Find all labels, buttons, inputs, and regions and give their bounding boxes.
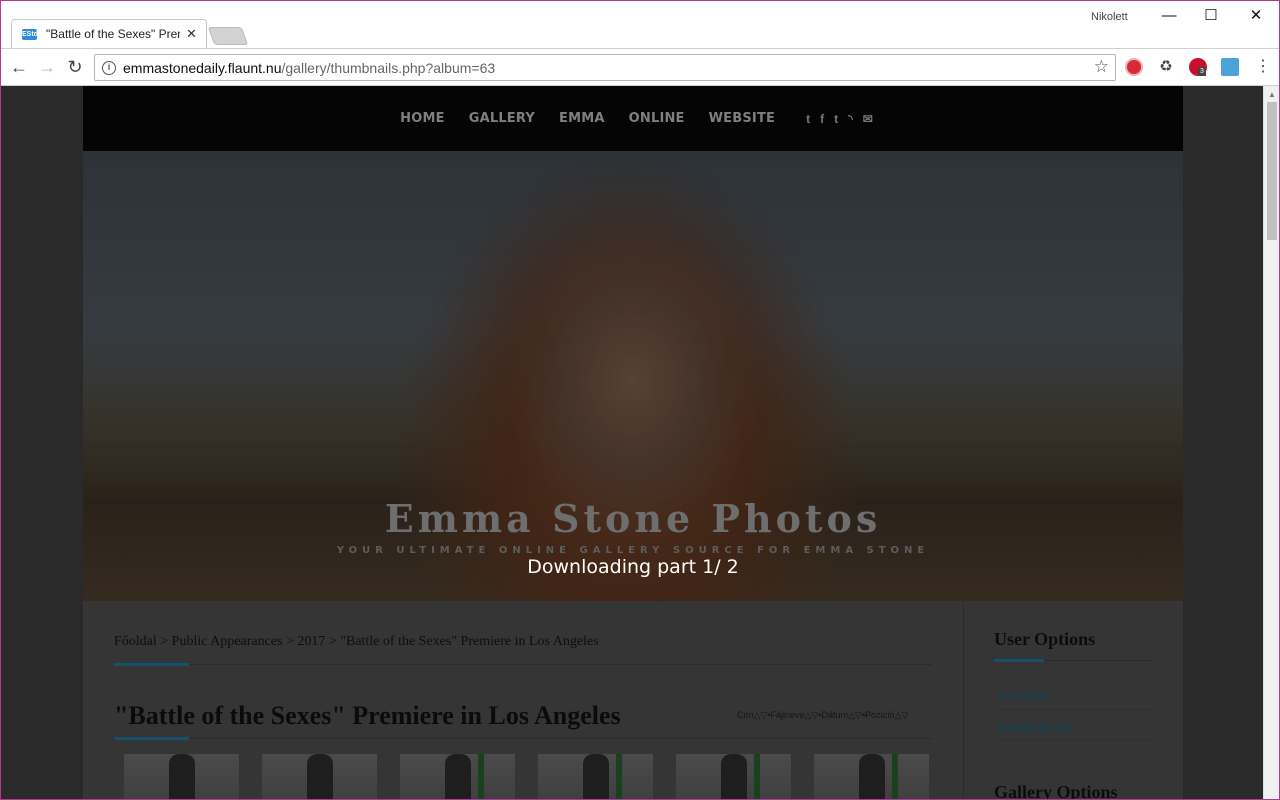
facebook-icon[interactable]: f: [820, 112, 824, 126]
sort-controls[interactable]: Cím△▽•Fájlneve△▽•Dátum△▽•Pozíció△▽: [737, 710, 908, 721]
divider: [999, 709, 1152, 710]
social-links: t f t ◝ ✉: [801, 112, 878, 126]
divider-accent: [994, 659, 1044, 662]
site-favicon-icon: EStd: [22, 28, 38, 40]
user-options-heading: User Options: [994, 629, 1096, 649]
scroll-thumb[interactable]: [1267, 102, 1277, 240]
photo-thumbnail[interactable]: [676, 754, 791, 799]
thumbnail-grid: [124, 754, 952, 799]
extension-red-icon[interactable]: [1125, 58, 1143, 76]
new-tab-button[interactable]: [207, 27, 249, 45]
bookmark-star-icon[interactable]: ☆: [1094, 57, 1109, 77]
download-progress-text: Downloading part 1/ 2: [527, 556, 739, 578]
divider-accent: [114, 663, 189, 666]
recycle-extension-icon[interactable]: ♻: [1157, 58, 1175, 76]
minimize-button[interactable]: —: [1146, 5, 1192, 27]
opera-extension-icon[interactable]: 3: [1189, 58, 1207, 76]
page-viewport: HOME GALLERY EMMA ONLINE WEBSITE t f t ◝…: [1, 86, 1263, 800]
browser-toolbar: ← → ↻ i emmastonedaily.flaunt.nu/gallery…: [1, 48, 1279, 86]
site-info-icon[interactable]: i: [102, 60, 116, 75]
photo-thumbnail[interactable]: [262, 754, 377, 799]
photo-thumbnail[interactable]: [814, 754, 929, 799]
photo-thumbnail[interactable]: [538, 754, 653, 799]
maximize-button[interactable]: ☐: [1188, 5, 1234, 27]
mail-icon[interactable]: ✉: [863, 112, 873, 126]
scroll-up-arrow-icon[interactable]: ▲: [1268, 90, 1276, 99]
site-navigation: HOME GALLERY EMMA ONLINE WEBSITE t f t ◝…: [83, 86, 1183, 151]
divider: [114, 664, 932, 665]
tab-title: "Battle of the Sexes" Prem: [46, 27, 180, 41]
page-scrollbar[interactable]: ▲: [1263, 86, 1279, 799]
hero-subtitle: YOUR ULTIMATE ONLINE GALLERY SOURCE FOR …: [336, 545, 930, 556]
album-title: "Battle of the Sexes" Premiere in Los An…: [114, 701, 621, 730]
menu-kebab-icon[interactable]: ⋮: [1251, 55, 1275, 79]
forward-arrow-icon[interactable]: →: [35, 55, 59, 79]
hero-banner: Emma Stone Photos YOUR ULTIMATE ONLINE G…: [83, 151, 1183, 601]
tab-close-icon[interactable]: ✕: [186, 26, 197, 42]
close-window-button[interactable]: ✕: [1233, 5, 1279, 27]
profile-name[interactable]: Nikolett: [1091, 11, 1128, 23]
reload-icon[interactable]: ↻: [63, 55, 87, 79]
gallery-options-heading: Gallery Options: [994, 782, 1118, 800]
divider: [999, 740, 1152, 741]
site-container: HOME GALLERY EMMA ONLINE WEBSITE t f t ◝…: [83, 86, 1183, 800]
photo-thumbnail[interactable]: [400, 754, 515, 799]
address-bar[interactable]: i emmastonedaily.flaunt.nu/gallery/thumb…: [94, 54, 1116, 81]
rss-icon[interactable]: ◝: [848, 112, 853, 126]
breadcrumb[interactable]: Főoldal > Public Appearances > 2017 > "B…: [114, 634, 599, 650]
browser-window: EStd "Battle of the Sexes" Prem ✕ Nikole…: [0, 0, 1280, 800]
nav-online[interactable]: ONLINE: [629, 111, 685, 126]
nav-home[interactable]: HOME: [400, 111, 445, 126]
sidebar: User Options Kezdőlap Bejelentkezés Gall…: [963, 601, 1183, 800]
hero-title: Emma Stone Photos: [384, 496, 882, 541]
url-text[interactable]: emmastonedaily.flaunt.nu/gallery/thumbna…: [123, 60, 495, 76]
photo-thumbnail[interactable]: [124, 754, 239, 799]
back-arrow-icon[interactable]: ←: [7, 55, 31, 79]
translate-extension-icon[interactable]: [1221, 58, 1239, 76]
sidebar-link-login[interactable]: Bejelentkezés: [999, 720, 1074, 734]
nav-website[interactable]: WEBSITE: [709, 111, 775, 126]
tab-active[interactable]: EStd "Battle of the Sexes" Prem ✕: [11, 19, 207, 48]
divider: [114, 738, 932, 739]
tumblr-icon[interactable]: t: [834, 112, 838, 126]
tab-strip: EStd "Battle of the Sexes" Prem ✕ Nikole…: [1, 1, 1279, 48]
sidebar-link-home[interactable]: Kezdőlap: [999, 689, 1049, 703]
main-content: Főoldal > Public Appearances > 2017 > "B…: [83, 601, 963, 799]
divider-accent: [114, 737, 189, 740]
nav-gallery[interactable]: GALLERY: [469, 111, 535, 126]
twitter-icon[interactable]: t: [806, 112, 810, 126]
nav-emma[interactable]: EMMA: [559, 111, 605, 126]
